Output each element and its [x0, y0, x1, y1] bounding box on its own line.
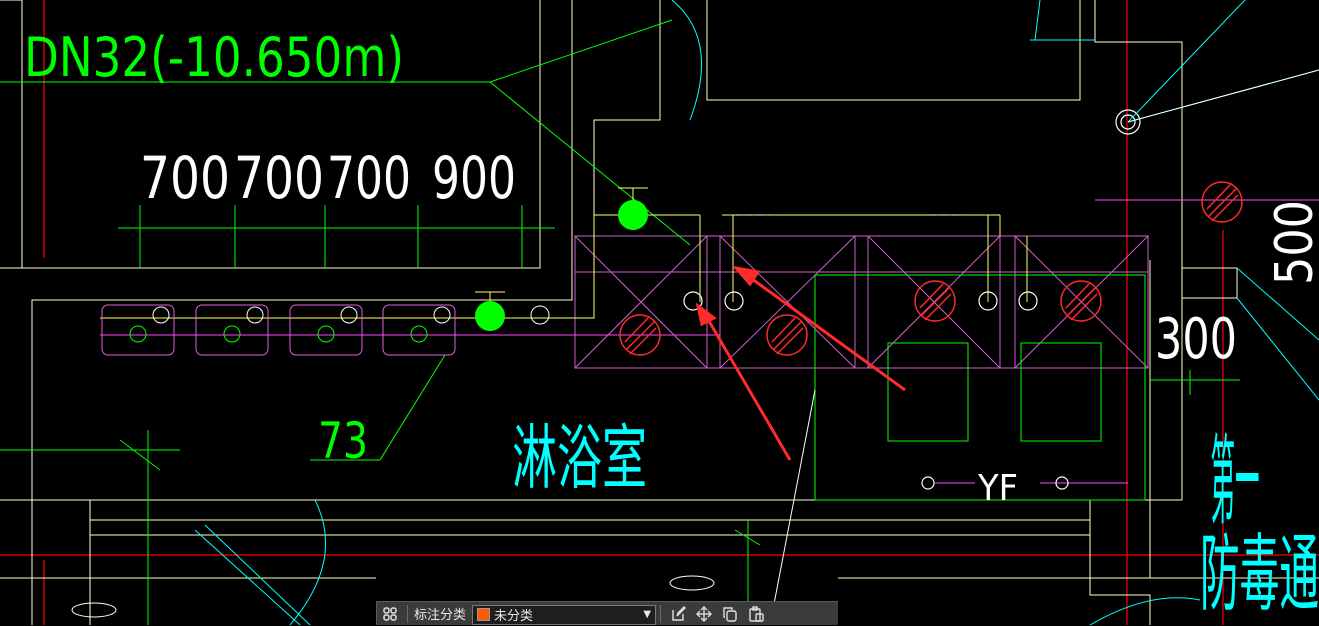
dim-value-3: 700	[327, 144, 411, 212]
drain-circles	[683, 109, 1141, 490]
category-dropdown[interactable]: 未分类 ▼	[472, 604, 657, 625]
label-yf: YF	[977, 468, 1018, 509]
dim-value-1: 700	[140, 144, 230, 212]
toolbar-separator	[660, 604, 662, 623]
chevron-down-icon: ▼	[643, 609, 652, 620]
edit-icon[interactable]	[665, 602, 691, 626]
category-label: 标注分类	[414, 607, 467, 622]
leader-number: 73	[318, 412, 368, 470]
room-label-shower: 淋浴室	[512, 417, 647, 499]
dim-right-mid: 300	[1155, 307, 1237, 372]
toolbar-separator	[407, 604, 408, 623]
room-label-right-2: 防毒通	[1200, 526, 1319, 624]
category-dropdown-value: 未分类	[494, 608, 534, 623]
cad-drawing-canvas[interactable]: DN32(-10.650m) 700 700 700 900 73 淋浴室 YF…	[0, 0, 1319, 625]
dim-right-top: 500	[1265, 200, 1319, 285]
dim-value-2: 700	[234, 144, 324, 212]
copy-icon[interactable]	[717, 602, 743, 626]
annotation-toolbar: 标注分类 未分类 ▼	[376, 601, 838, 625]
paste-icon[interactable]	[743, 602, 769, 626]
magenta-pipes	[100, 199, 1319, 484]
move-icon[interactable]	[691, 602, 717, 626]
room-label-right-1: 第一	[1211, 425, 1260, 539]
dim-value-4: 900	[432, 144, 516, 212]
grid-icon[interactable]	[377, 602, 403, 626]
category-color-swatch	[477, 608, 491, 621]
pipe-label: DN32(-10.650m)	[24, 26, 404, 89]
annotation-arrows	[695, 265, 906, 461]
walls	[0, 0, 1319, 625]
riser-dots	[475, 200, 648, 331]
